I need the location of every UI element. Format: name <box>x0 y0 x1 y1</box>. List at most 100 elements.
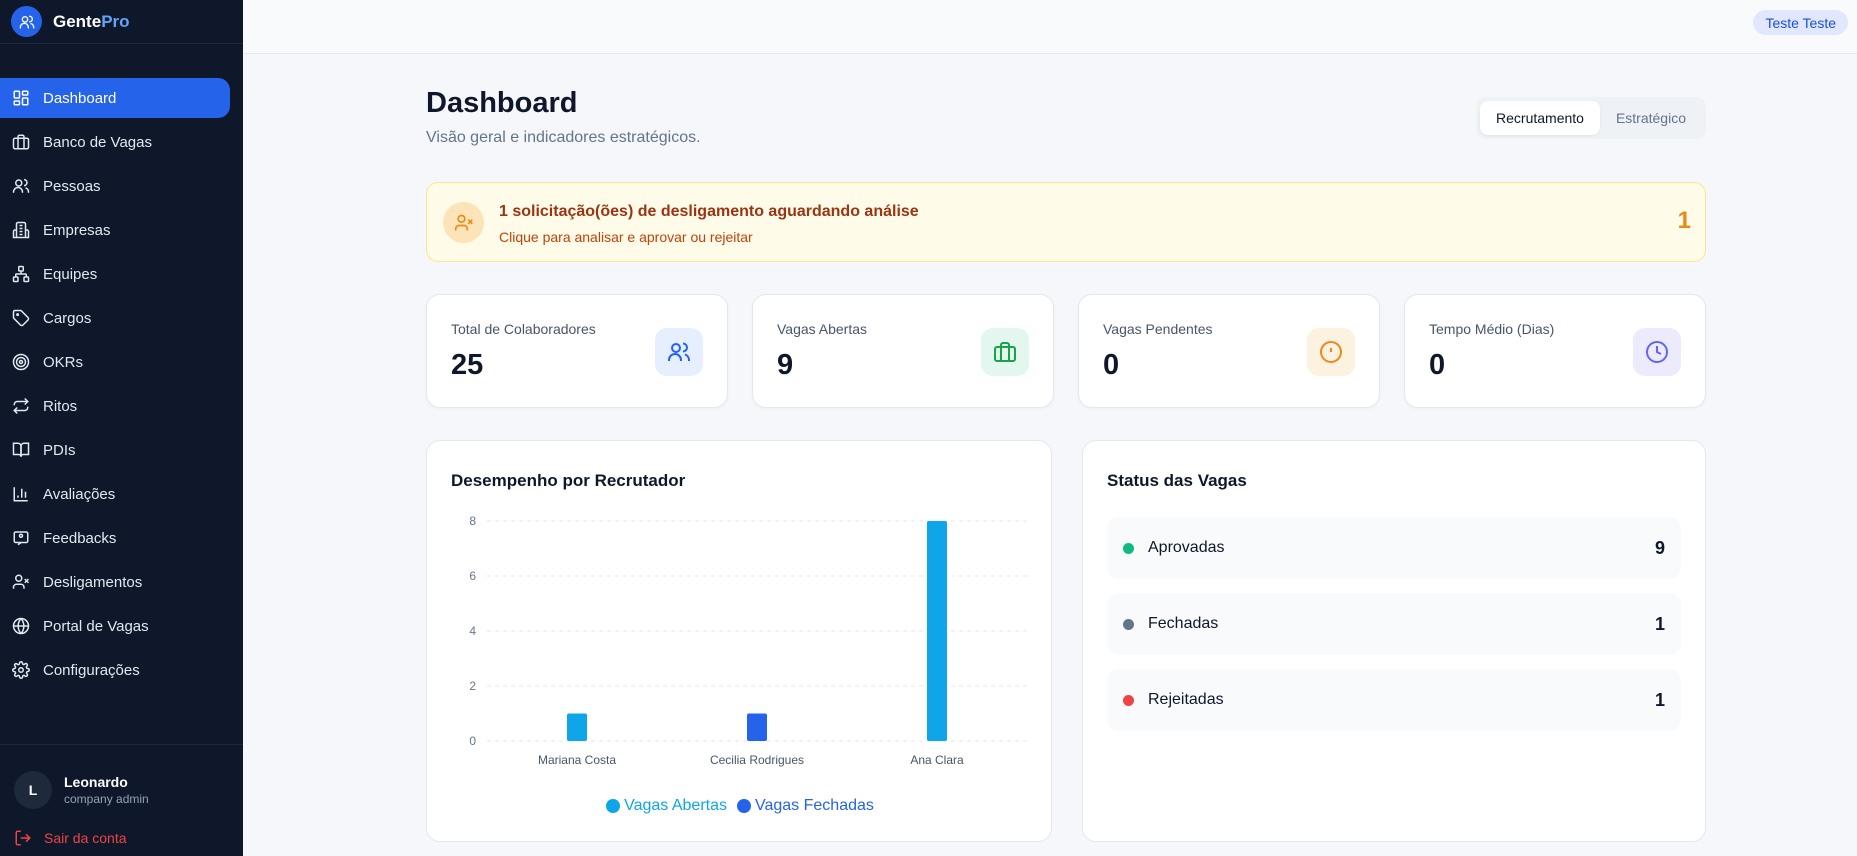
users-icon <box>12 178 30 193</box>
logout-label: Sair da conta <box>44 830 127 846</box>
sidebar-item-avaliacoes[interactable]: Avaliações <box>0 474 243 514</box>
y-tick-label: 0 <box>469 734 476 748</box>
target-icon <box>12 353 30 371</box>
gear-icon <box>12 661 30 679</box>
status-label: Rejeitadas <box>1148 691 1224 708</box>
y-tick-label: 4 <box>469 624 476 638</box>
vacancy-status-card: Status das Vagas Aprovadas 9 Fechadas 1 … <box>1082 440 1706 842</box>
sidebar-item-configuracoes[interactable]: Configurações <box>0 650 243 690</box>
sidebar-item-desligamentos[interactable]: Desligamentos <box>0 562 243 602</box>
page-title: Dashboard <box>426 87 578 119</box>
tag-icon <box>12 309 30 327</box>
stat-value: 0 <box>1103 349 1120 381</box>
stat-value: 25 <box>451 349 484 381</box>
globe-icon <box>12 617 30 635</box>
sidebar-nav: Dashboard Banco de Vagas Pessoas Empresa… <box>0 78 243 694</box>
alert-title: 1 solicitação(ões) de desligamento aguar… <box>499 203 919 220</box>
status-row-rejeitadas[interactable]: Rejeitadas 1 <box>1107 669 1681 731</box>
users-logo-icon <box>11 6 42 37</box>
status-dot <box>1123 694 1134 706</box>
sidebar-item-pessoas[interactable]: Pessoas <box>0 166 243 206</box>
sidebar-item-feedbacks[interactable]: Feedbacks <box>0 518 243 558</box>
stats-row: Total de Colaboradores 25 Vagas Abertas … <box>426 294 1706 408</box>
sidebar-item-cargos[interactable]: Cargos <box>0 298 243 338</box>
sidebar-item-label: Equipes <box>43 265 98 283</box>
stat-value: 9 <box>777 349 794 381</box>
tab-estrategico[interactable]: Estratégico <box>1600 101 1702 135</box>
sidebar-item-empresas[interactable]: Empresas <box>0 210 243 250</box>
status-dot <box>1123 618 1134 630</box>
bar-vagas-abertas <box>567 713 587 741</box>
bar-chart: 0 2 4 6 8 Mariana Costa Cecilia Rodrigues Ana C… <box>469 514 1027 767</box>
brand[interactable]: GentePro <box>0 0 243 44</box>
stat-card-vagas-abertas: Vagas Abertas 9 <box>752 294 1054 408</box>
message-icon <box>13 531 29 546</box>
status-row-aprovadas[interactable]: Aprovadas 9 <box>1107 517 1681 579</box>
legend-item[interactable]: Vagas Fechadas <box>737 797 874 815</box>
sidebar-item-label: Banco de Vagas <box>43 133 152 151</box>
sidebar-item-okrs[interactable]: OKRs <box>0 342 243 382</box>
sidebar-item-label: Empresas <box>43 221 111 239</box>
status-count: 9 <box>1654 537 1665 558</box>
bar-vagas-abertas <box>927 521 947 741</box>
status-row-fechadas[interactable]: Fechadas 1 <box>1107 593 1681 655</box>
performance-chart-card: Desempenho por Recrutador 0 2 4 6 8 Mariana C… <box>426 440 1052 842</box>
alert-circle-icon <box>1307 328 1355 376</box>
avatar: L <box>14 771 52 809</box>
topbar: Teste Teste <box>243 0 1857 54</box>
status-card-title: Status das Vagas <box>1107 471 1247 490</box>
sidebar-item-pdis[interactable]: PDIs <box>0 430 243 470</box>
clock-icon <box>1633 328 1681 376</box>
user-name: Leonardo <box>64 774 128 790</box>
status-label: Fechadas <box>1148 615 1219 632</box>
sidebar-item-label: Avaliações <box>43 485 116 503</box>
sidebar-item-banco-de-vagas[interactable]: Banco de Vagas <box>0 122 243 162</box>
x-tick-label: Mariana Costa <box>538 753 616 767</box>
y-tick-label: 2 <box>469 679 476 693</box>
sidebar-item-label: Cargos <box>43 309 92 327</box>
stat-card-total-colaboradores: Total de Colaboradores 25 <box>426 294 728 408</box>
briefcase-icon <box>981 328 1029 376</box>
user-x-icon <box>443 202 484 243</box>
bar-vagas-fechadas <box>747 713 767 741</box>
briefcase-icon <box>12 134 30 150</box>
stat-card-vagas-pendentes: Vagas Pendentes 0 <box>1078 294 1380 408</box>
sidebar-item-ritos[interactable]: Ritos <box>0 386 243 426</box>
legend-dot <box>737 799 751 813</box>
stat-label: Tempo Médio (Dias) <box>1429 321 1555 337</box>
sidebar-item-label: OKRs <box>43 353 84 371</box>
logout-icon <box>15 830 31 846</box>
logout-button[interactable]: Sair da conta <box>14 829 127 847</box>
sidebar-item-label: Desligamentos <box>43 573 143 591</box>
y-tick-label: 6 <box>469 569 476 583</box>
stat-card-tempo-medio: Tempo Médio (Dias) 0 <box>1404 294 1706 408</box>
status-label: Aprovadas <box>1148 539 1225 556</box>
x-tick-label: Ana Clara <box>910 753 964 767</box>
alert-count: 1 <box>1677 207 1691 234</box>
repeat-icon <box>13 397 29 415</box>
network-icon <box>12 265 30 283</box>
legend-item[interactable]: Vagas Abertas <box>606 797 727 815</box>
status-dot <box>1123 542 1134 554</box>
sidebar: GentePro Dashboard Banco de Vagas Pessoa… <box>0 0 243 856</box>
sidebar-item-equipes[interactable]: Equipes <box>0 254 243 294</box>
dashboard-tabs: Recrutamento Estratégico <box>1476 97 1706 139</box>
user-x-icon <box>12 574 30 589</box>
user-menu-chip[interactable]: Teste Teste <box>1753 10 1848 35</box>
legend-label: Vagas Abertas <box>624 797 727 814</box>
sidebar-item-dashboard[interactable]: Dashboard <box>0 78 230 118</box>
dismissal-alert-banner[interactable]: 1 solicitação(ões) de desligamento aguar… <box>426 182 1706 262</box>
sidebar-item-portal-de-vagas[interactable]: Portal de Vagas <box>0 606 243 646</box>
building-icon <box>12 221 30 239</box>
y-tick-label: 8 <box>469 514 476 528</box>
tab-recrutamento[interactable]: Recrutamento <box>1480 101 1600 135</box>
sidebar-item-label: Pessoas <box>43 177 101 195</box>
x-tick-label: Cecilia Rodrigues <box>710 753 804 767</box>
user-profile[interactable]: L Leonardo company admin <box>14 771 149 809</box>
stat-label: Total de Colaboradores <box>451 321 596 337</box>
stat-label: Vagas Pendentes <box>1103 321 1213 337</box>
users-icon <box>655 328 703 376</box>
alert-subtitle: Clique para analisar e aprovar ou rejeit… <box>499 229 753 245</box>
sidebar-item-label: Dashboard <box>43 89 117 107</box>
stat-value: 0 <box>1429 349 1446 381</box>
